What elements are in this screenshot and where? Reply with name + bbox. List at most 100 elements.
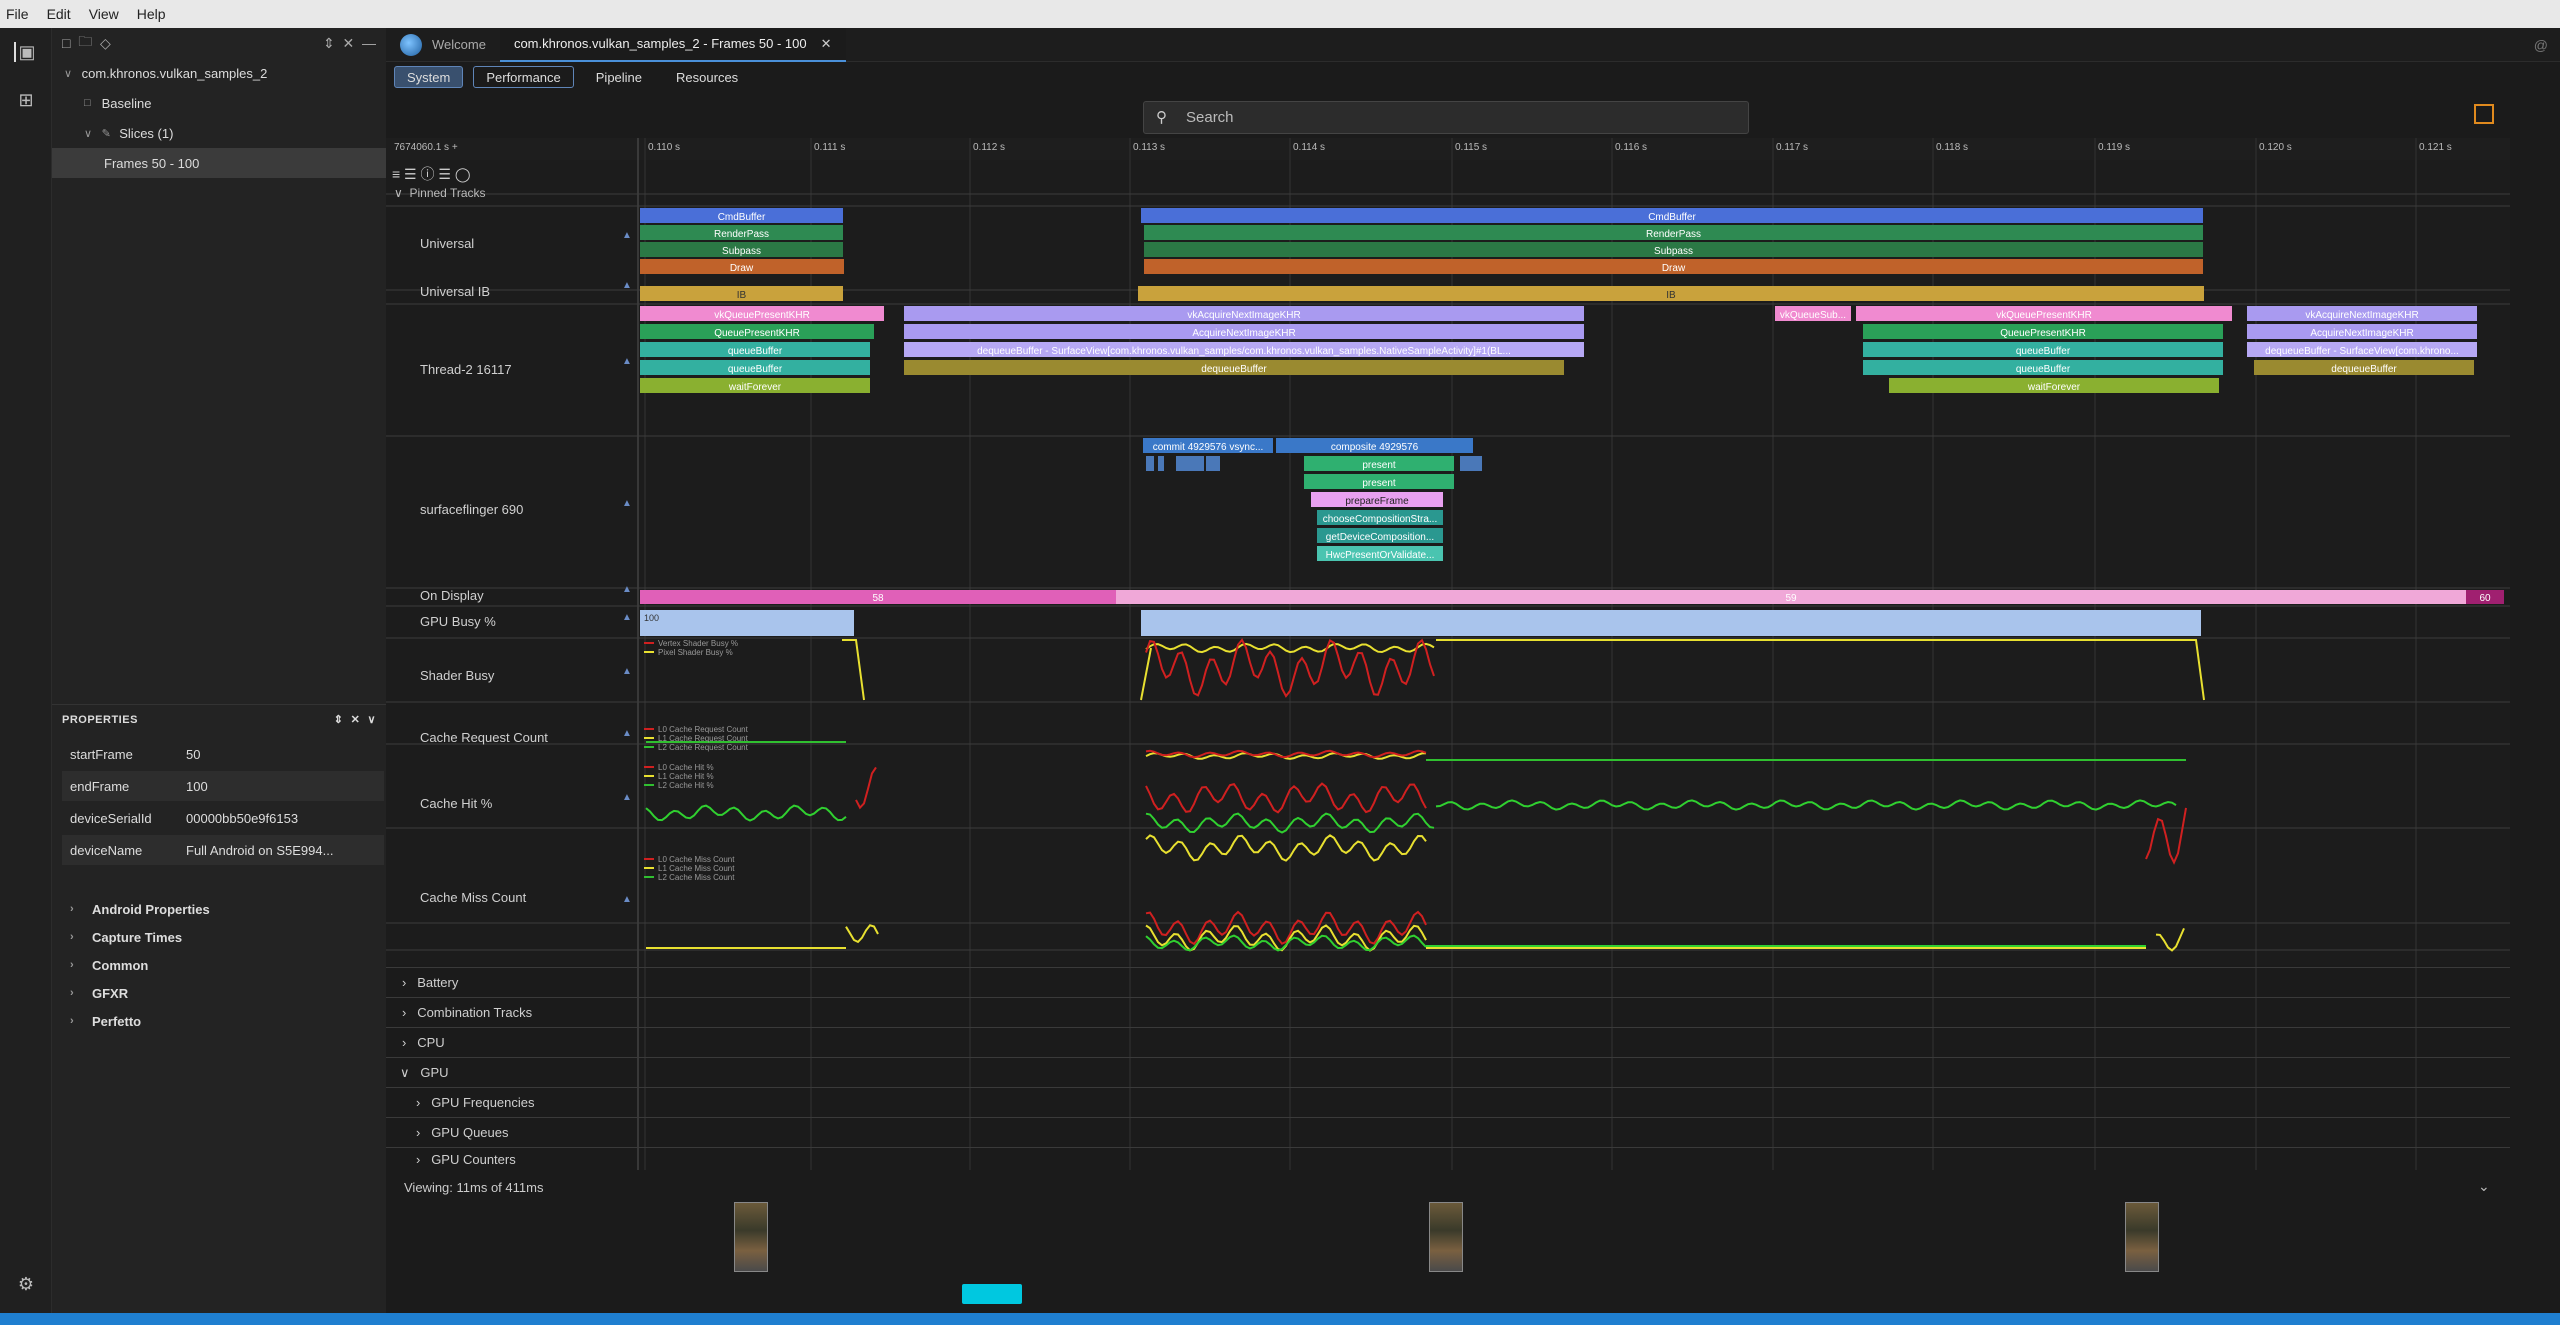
editor-tab-bar: Welcome com.khronos.vulkan_samples_2 - F… [386, 27, 2560, 62]
search-input[interactable]: ⚲ Search [1143, 101, 1749, 134]
app-logo-icon [400, 33, 422, 56]
tag-icon[interactable]: ◇ [100, 35, 111, 52]
subtab-system[interactable]: System [394, 66, 464, 88]
section-label: GFXR [92, 985, 129, 1001]
settings-gear-icon[interactable]: ⚙ [14, 1274, 38, 1294]
section-gfxr[interactable]: › GFXR [70, 979, 128, 1007]
frame-thumbnail[interactable] [734, 1202, 768, 1272]
group-battery[interactable]: › Battery [386, 967, 2510, 997]
group-gpu[interactable]: ∨ GPU [386, 1057, 2510, 1087]
section-perfetto[interactable]: › Perfetto [70, 1007, 141, 1035]
minimize-icon[interactable]: — [362, 35, 376, 51]
legend-label: L1 Cache Request Count [658, 734, 749, 743]
group-label: GPU Queues [431, 1125, 509, 1140]
property-key: startFrame [70, 746, 133, 762]
trace-slice [2176, 259, 2186, 274]
legend-label: L1 Cache Miss Count [658, 864, 735, 873]
trace-slice [1158, 456, 1164, 471]
ruler-tick-label: 0.116 s [1615, 142, 1648, 153]
tab-label: Welcome [432, 37, 486, 52]
tree-item-slices[interactable]: ∨ ✎ Slices (1) [52, 118, 386, 148]
slice-label: Draw [1662, 263, 1686, 274]
menu-help[interactable]: Help [137, 6, 166, 22]
menu-view[interactable]: View [89, 6, 119, 22]
tree-item-baseline[interactable]: □ Baseline [52, 88, 386, 118]
frame-thumbnail[interactable] [2125, 1202, 2159, 1272]
activity-bar: ▣ ⊞ ⚙ [0, 28, 52, 1313]
group-gpu-frequencies[interactable]: › GPU Frequencies [386, 1087, 2510, 1117]
property-key: deviceSerialId [70, 810, 152, 826]
chevron-right-icon: › [402, 1035, 407, 1050]
tree-item-capture[interactable]: ∨ com.khronos.vulkan_samples_2 [52, 58, 386, 88]
chevron-right-icon: › [416, 1151, 421, 1167]
pin-icon[interactable]: ▲ [622, 230, 632, 241]
new-file-icon[interactable]: □ [62, 35, 70, 51]
property-row: startFrame 50 [62, 739, 384, 769]
legend-swatch [644, 766, 654, 768]
ruler-tick-label: 0.113 s [1133, 142, 1166, 153]
ruler-tick-label: 0.120 s [2259, 142, 2292, 153]
pin-icon[interactable]: ▲ [622, 894, 632, 905]
track-surfaceflinger: surfaceflinger 690 [420, 502, 524, 517]
pin-icon[interactable]: ▲ [622, 498, 632, 509]
group-label: GPU Frequencies [431, 1095, 535, 1110]
expand-collapse-icon[interactable]: ⇕ [323, 35, 335, 52]
pin-icon[interactable]: ▲ [622, 792, 632, 803]
chevron-down-icon: ∨ [394, 186, 403, 200]
section-android-properties[interactable]: › Android Properties [70, 895, 210, 923]
pin-icon[interactable]: ▲ [622, 612, 632, 623]
chevron-right-icon: › [70, 987, 74, 999]
gpu-busy-scale: 100 [644, 613, 659, 623]
pin-icon[interactable]: ▲ [622, 728, 632, 739]
viewport-marker[interactable] [962, 1284, 1022, 1304]
close-all-icon[interactable]: ✕ [342, 35, 354, 52]
track-on-display: On Display [420, 588, 484, 603]
pin-icon[interactable]: ▲ [622, 356, 632, 367]
pin-icon[interactable]: ▲ [622, 584, 632, 595]
subtab-performance[interactable]: Performance [473, 66, 574, 88]
close-tab-icon[interactable]: ✕ [821, 36, 832, 52]
section-capture-times[interactable]: › Capture Times [70, 923, 182, 951]
pinned-tracks-header[interactable]: ∨ Pinned Tracks [394, 186, 486, 200]
pinned-label: Pinned Tracks [409, 186, 486, 200]
tab-capture[interactable]: com.khronos.vulkan_samples_2 - Frames 50… [499, 27, 846, 62]
group-gpu-counters[interactable]: › GPU Counters [386, 1147, 2510, 1170]
at-icon[interactable]: @ [2534, 37, 2548, 53]
tab-welcome[interactable]: Welcome [386, 28, 500, 62]
pin-icon[interactable]: ▲ [622, 666, 632, 677]
slice-label: waitForever [2027, 382, 2081, 393]
track-universal: Universal [420, 236, 475, 251]
chevron-down-icon[interactable]: ∨ [367, 713, 376, 726]
ruler-tick-label: 0.117 s [1776, 142, 1809, 153]
expand-collapse-icon[interactable]: ⇕ [334, 713, 344, 726]
flag-icon[interactable] [2474, 104, 2494, 124]
legend-swatch [644, 858, 654, 860]
slice-label: prepareFrame [1345, 496, 1409, 507]
add-icon[interactable]: ⊞ [14, 90, 38, 110]
menu-file[interactable]: File [6, 6, 29, 22]
section-common[interactable]: › Common [70, 951, 148, 979]
viewing-label: Viewing: 11ms of 411ms [404, 1180, 544, 1195]
folder-icon[interactable]: 🗀 [78, 31, 92, 55]
chevron-right-icon: › [70, 903, 74, 915]
group-cpu[interactable]: › CPU [386, 1027, 2510, 1057]
ruler-tick-label: 0.110 s [648, 142, 681, 153]
subtab-pipeline[interactable]: Pipeline [584, 66, 654, 88]
timeline-tools-icon[interactable]: ≡ ☰ ⓘ ☰ ◯ [392, 164, 471, 184]
ruler-tick-label: 0.114 s [1293, 142, 1326, 153]
capture-icon[interactable]: ▣ [14, 42, 38, 62]
group-combination[interactable]: › Combination Tracks [386, 997, 2510, 1027]
menu-edit[interactable]: Edit [47, 6, 71, 22]
tracks-bg [386, 160, 2510, 965]
ruler-origin: 7674060.1 s + [394, 142, 458, 153]
frame-thumbnail[interactable] [1429, 1202, 1463, 1272]
slice-label: CmdBuffer [718, 212, 766, 223]
ruler-tick-label: 0.121 s [2419, 142, 2452, 153]
collapse-icon[interactable]: ⌄ [2478, 1178, 2490, 1195]
pin-icon[interactable]: ▲ [622, 280, 632, 291]
subtab-resources[interactable]: Resources [664, 66, 750, 88]
group-gpu-queues[interactable]: › GPU Queues [386, 1117, 2510, 1147]
close-icon[interactable]: ✕ [351, 713, 361, 726]
tree-item-frames[interactable]: Frames 50 - 100 [52, 148, 386, 178]
chevron-right-icon: › [70, 931, 74, 943]
